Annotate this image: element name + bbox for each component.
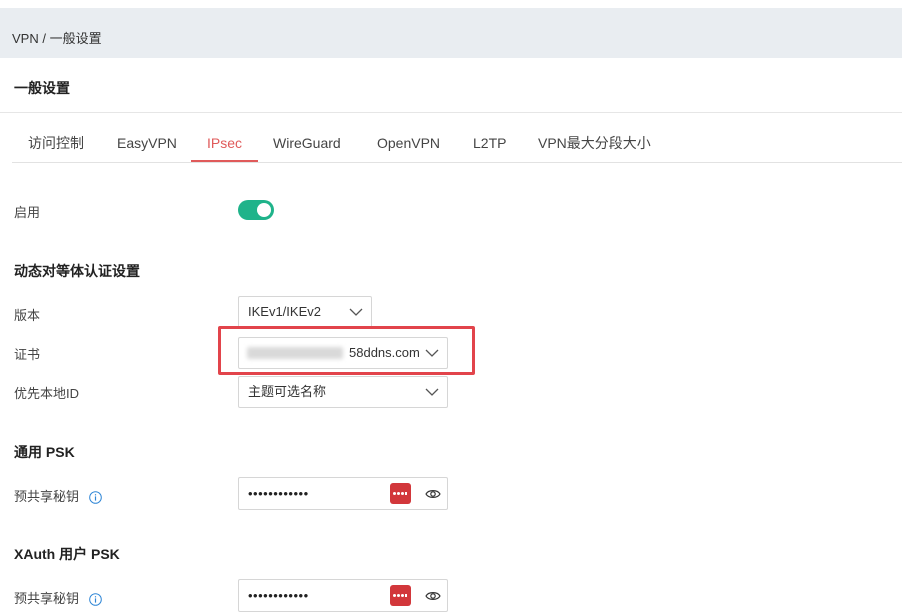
tab-easyvpn[interactable]: EasyVPN [101,124,193,162]
general-psk-label-row: 预共享秘钥 [14,486,102,505]
local-id-value: 主题可选名称 [248,384,327,399]
tab-ipsec[interactable]: IPsec [191,124,259,162]
local-id-select[interactable]: 主题可选名称 [238,376,448,408]
info-icon[interactable] [88,593,102,606]
tab-access-control[interactable]: 访问控制 [12,124,100,162]
info-icon[interactable] [88,491,102,504]
general-psk-heading: 通用 PSK [14,444,75,460]
tab-vpn-mss[interactable]: VPN最大分段大小 [522,124,667,162]
xauth-psk-heading: XAuth 用户 PSK [14,546,120,562]
local-id-label: 优先本地ID [14,386,80,401]
xauth-psk-label: 预共享秘钥 [14,591,80,606]
highlight-box [218,326,475,375]
xauth-psk-input[interactable]: •••••••••••• [238,579,448,612]
page-title: 一般设置 [14,80,70,96]
tab-openvpn[interactable]: OpenVPN [361,124,456,162]
eye-icon[interactable] [425,486,441,502]
general-psk-value: •••••••••••• [248,486,309,501]
enable-toggle[interactable] [238,200,274,220]
tab-wireguard[interactable]: WireGuard [257,124,357,162]
breadcrumb-bar [0,8,902,58]
top-strip [0,0,902,8]
xauth-psk-label-row: 预共享秘钥 [14,588,102,607]
tab-divider [12,162,902,163]
chevron-down-icon [425,388,439,396]
version-value: IKEv1/IKEv2 [248,304,321,319]
dynamic-peer-heading: 动态对等体认证设置 [14,263,140,279]
password-manager-icon[interactable] [390,585,411,606]
version-select[interactable]: IKEv1/IKEv2 [238,296,372,328]
version-label: 版本 [14,308,41,323]
certificate-label: 证书 [14,347,41,362]
xauth-psk-value: •••••••••••• [248,588,309,603]
tab-bar: 访问控制 EasyVPN IPsec WireGuard OpenVPN L2T… [12,124,902,162]
general-psk-input[interactable]: •••••••••••• [238,477,448,510]
divider [0,112,902,113]
breadcrumb: VPN / 一般设置 [12,31,102,46]
chevron-down-icon [349,308,363,316]
toggle-knob [257,203,271,217]
password-manager-icon[interactable] [390,483,411,504]
enable-label: 启用 [14,205,41,220]
eye-icon[interactable] [425,588,441,604]
general-psk-label: 预共享秘钥 [14,489,80,504]
tab-l2tp[interactable]: L2TP [457,124,522,162]
